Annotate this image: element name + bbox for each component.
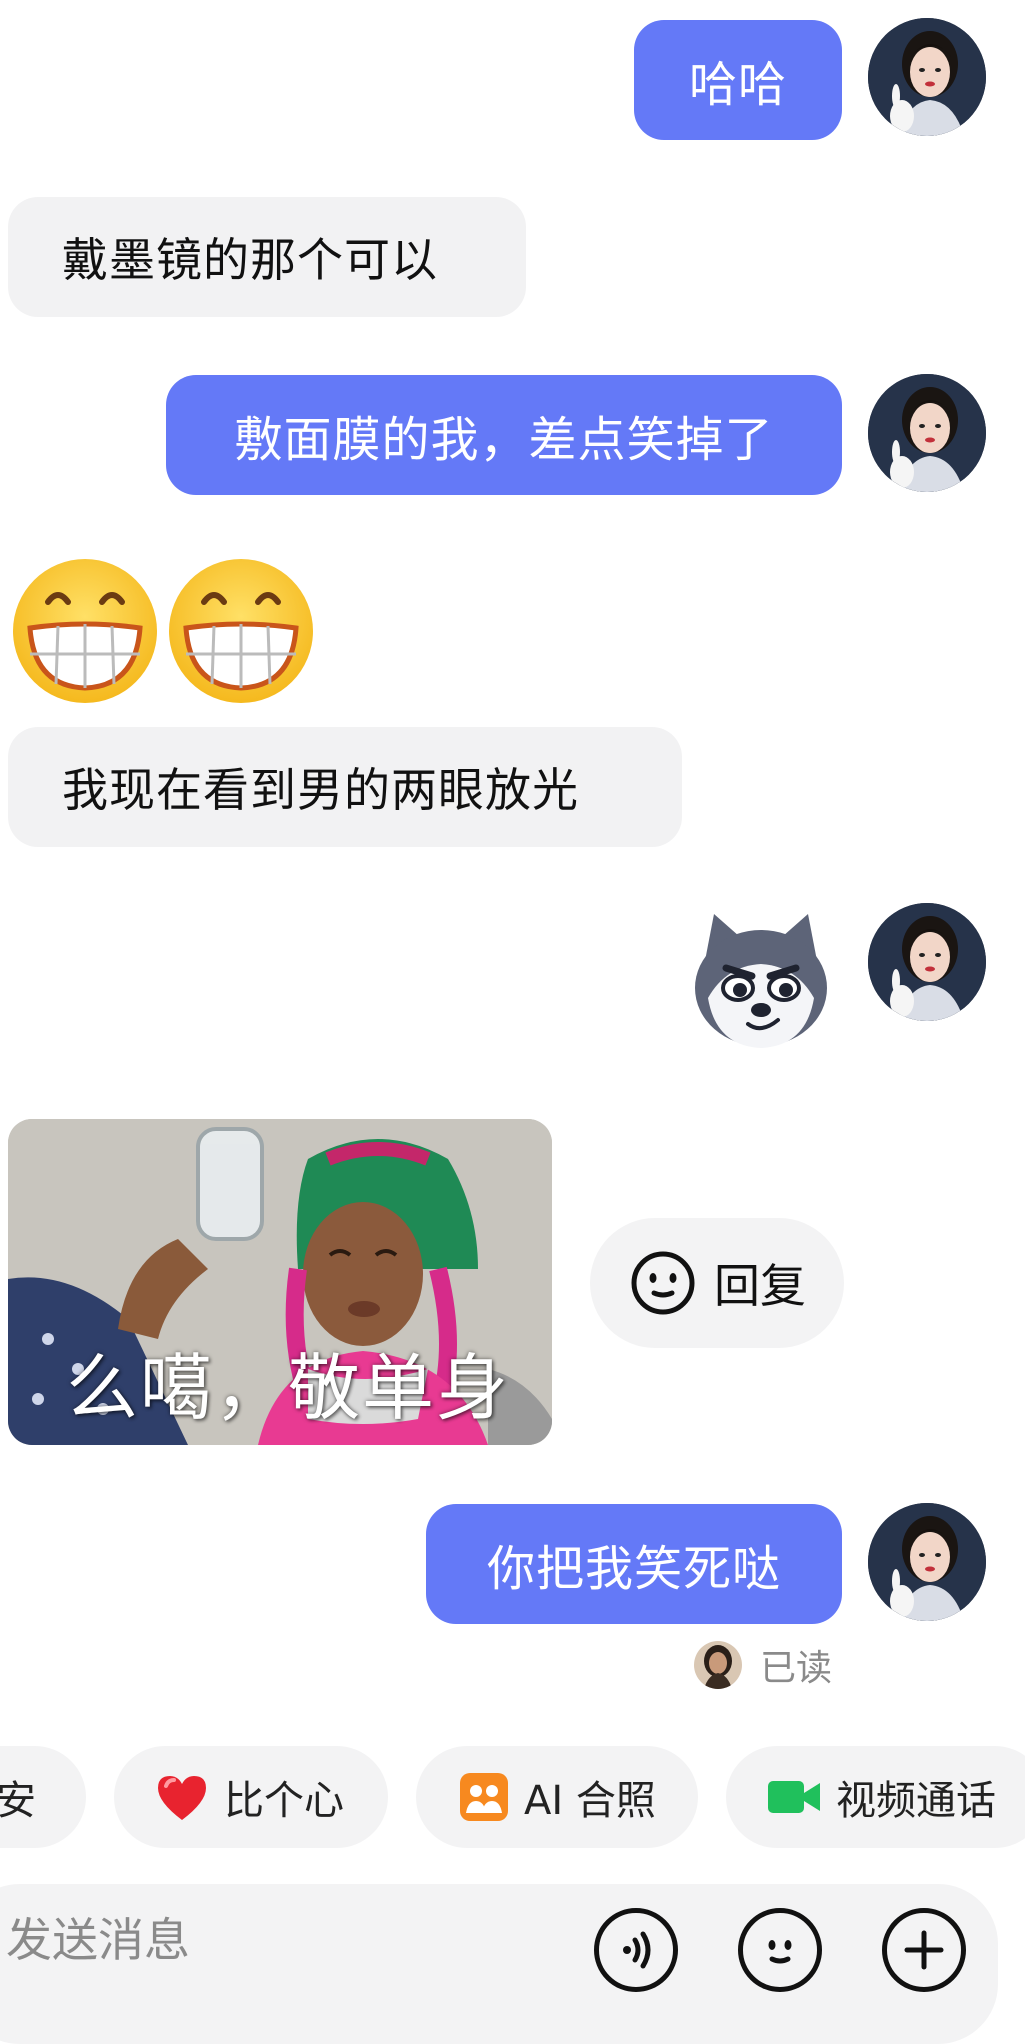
more-plus-button[interactable] <box>882 1908 966 1992</box>
reply-label: 回复 <box>714 1259 806 1313</box>
image-caption: 么噶，敬单身 <box>66 1346 511 1430</box>
smiley-face-icon <box>768 1940 792 1964</box>
quick-action-label: AI 合照 <box>524 1778 656 1824</box>
quick-action-video-call[interactable]: 视频通话 <box>726 1746 1025 1848</box>
my-avatar[interactable] <box>868 374 986 492</box>
message-bubble-me[interactable]: 哈哈 <box>634 20 842 140</box>
grinning-face-icon <box>13 559 313 703</box>
plus-icon <box>904 1930 944 1970</box>
message-bubble-them[interactable]: 我现在看到男的两眼放光 <box>8 727 682 847</box>
avatar-portrait-icon <box>868 1503 986 1621</box>
message-text: 我现在看到男的两眼放光 <box>62 763 579 817</box>
husky-dog-icon <box>695 914 827 1048</box>
ai-photo-icon <box>458 1771 510 1823</box>
message-text: 戴墨镜的那个可以 <box>62 233 438 287</box>
avatar-portrait-icon <box>868 903 986 1021</box>
emoji-button[interactable] <box>738 1908 822 1992</box>
message-text: 你把我笑死哒 <box>486 1541 781 1597</box>
message-bubble-me[interactable]: 你把我笑死哒 <box>426 1504 842 1624</box>
voice-input-button[interactable] <box>594 1908 678 1992</box>
voice-wave-icon <box>623 1931 651 1969</box>
video-camera-icon <box>768 1779 822 1815</box>
quick-action-ai-photo[interactable]: AI 合照 <box>416 1746 698 1848</box>
read-status-label: 已读 <box>760 1648 833 1689</box>
message-bubble-them[interactable]: 戴墨镜的那个可以 <box>8 197 526 317</box>
smiley-face-icon <box>630 1250 696 1316</box>
message-text: 敷面膜的我，差点笑掉了 <box>234 412 774 468</box>
message-input[interactable]: 发送消息 <box>6 1892 566 1982</box>
image-message[interactable]: 么噶，敬单身 <box>8 1119 552 1445</box>
husky-dog-sticker[interactable] <box>686 906 836 1056</box>
message-text: 哈哈 <box>688 57 787 113</box>
reader-avatar <box>694 1641 742 1689</box>
emoji-message[interactable] <box>8 558 328 704</box>
quick-action-label: 晚安 <box>0 1778 36 1824</box>
input-placeholder: 发送消息 <box>6 1913 190 1967</box>
read-receipt: 已读 <box>694 1640 832 1690</box>
my-avatar[interactable] <box>868 903 986 1021</box>
quick-action-goodnight[interactable]: 晚安 <box>0 1746 86 1848</box>
message-bubble-me[interactable]: 敷面膜的我，差点笑掉了 <box>166 375 842 495</box>
quick-action-label: 比个心 <box>224 1778 344 1824</box>
my-avatar[interactable] <box>868 18 986 136</box>
reply-button[interactable]: 回复 <box>590 1218 844 1348</box>
quick-action-label: 视频通话 <box>836 1778 996 1824</box>
my-avatar[interactable] <box>868 1503 986 1621</box>
quick-action-heart[interactable]: 比个心 <box>114 1746 388 1848</box>
avatar-portrait-icon <box>868 18 986 136</box>
heart-icon <box>154 1772 210 1822</box>
avatar-portrait-icon <box>868 374 986 492</box>
